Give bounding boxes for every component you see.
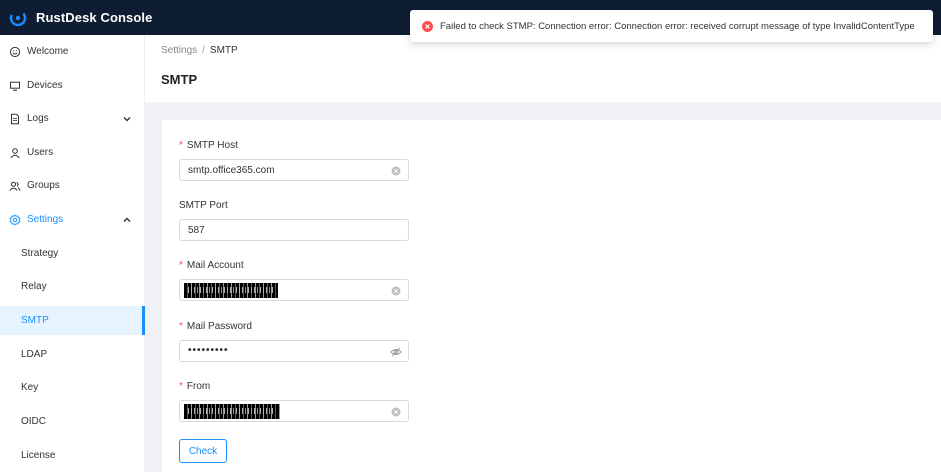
redacted-value xyxy=(184,404,280,419)
breadcrumb-separator: / xyxy=(202,45,205,56)
file-icon xyxy=(11,113,19,125)
main-content: Settings / SMTP SMTP * SMTP Host smtp.offic… xyxy=(145,35,941,472)
sidebar-item-label: Relay xyxy=(21,281,47,292)
sidebar-item-label: Devices xyxy=(27,80,63,91)
sidebar-item-label: Key xyxy=(21,382,39,393)
mail-account-label: * Mail Account xyxy=(179,260,244,271)
user-icon xyxy=(10,148,20,159)
mail-password-label-text: Mail Password xyxy=(186,321,252,332)
required-mark: * xyxy=(179,381,183,392)
sidebar-item-label: Users xyxy=(27,147,54,158)
clear-icon[interactable] xyxy=(391,166,401,176)
rustdesk-logo-icon xyxy=(9,9,27,27)
sidebar-item-label: Groups xyxy=(27,180,60,191)
sidebar-item-key[interactable]: Key xyxy=(0,373,145,402)
error-icon xyxy=(422,21,433,32)
smtp-port-input[interactable]: 587 xyxy=(179,219,409,241)
smtp-host-label: * SMTP Host xyxy=(179,140,238,151)
mail-password-input[interactable]: ••••••••• xyxy=(179,340,409,362)
check-button[interactable]: Check xyxy=(179,439,227,463)
from-label-text: From xyxy=(186,381,211,392)
smtp-host-input[interactable]: smtp.office365.com xyxy=(179,159,409,181)
from-label: * From xyxy=(179,381,210,392)
sidebar-item-devices[interactable]: Devices xyxy=(0,71,145,100)
sidebar-item-label: Strategy xyxy=(21,248,59,259)
page-header: Settings / SMTP SMTP xyxy=(145,35,941,102)
sidebar-item-label: LDAP xyxy=(21,349,48,360)
sidebar-item-label: Settings xyxy=(27,214,64,225)
app-title: RustDesk Console xyxy=(36,10,153,25)
sidebar-item-label: Logs xyxy=(27,113,49,124)
breadcrumb-settings-link[interactable]: Settings xyxy=(161,45,197,56)
error-toast-message: Failed to check STMP: Connection error: … xyxy=(440,21,915,32)
sidebar-item-groups[interactable]: Groups xyxy=(0,171,145,200)
gear-icon xyxy=(9,214,21,226)
mail-password-value: ••••••••• xyxy=(188,345,229,356)
sidebar-item-label: Welcome xyxy=(27,46,69,57)
smile-icon xyxy=(9,46,21,58)
breadcrumb: Settings / SMTP xyxy=(161,45,238,56)
sidebar-item-label: License xyxy=(21,450,56,461)
smtp-port-label: SMTP Port xyxy=(179,200,228,211)
sidebar-item-relay[interactable]: Relay xyxy=(0,272,145,301)
team-icon xyxy=(9,181,21,191)
sidebar-item-label: OIDC xyxy=(21,416,46,427)
sidebar-item-oidc[interactable]: OIDC xyxy=(0,407,145,436)
sidebar-item-logs[interactable]: Logs xyxy=(0,104,145,133)
sidebar-item-license[interactable]: License xyxy=(0,441,145,470)
smtp-form-card: * SMTP Host smtp.office365.com SMTP Port … xyxy=(162,120,941,472)
sidebar-item-label: SMTP xyxy=(21,315,49,326)
breadcrumb-current: SMTP xyxy=(209,45,238,56)
clear-icon[interactable] xyxy=(391,407,401,417)
sidebar-item-settings[interactable]: Settings xyxy=(0,205,145,234)
mail-account-input[interactable] xyxy=(179,279,409,301)
mail-account-label-text: Mail Account xyxy=(186,260,244,271)
sidebar-item-welcome[interactable]: Welcome xyxy=(0,37,145,66)
eye-invisible-icon[interactable] xyxy=(390,347,402,357)
page-title: SMTP xyxy=(161,72,198,87)
required-mark: * xyxy=(179,140,183,151)
sidebar-item-smtp[interactable]: SMTP xyxy=(0,306,145,335)
mail-password-label: * Mail Password xyxy=(179,321,252,332)
required-mark: * xyxy=(179,321,183,332)
chevron-down-icon xyxy=(123,117,131,122)
required-mark: * xyxy=(179,260,183,271)
error-toast: Failed to check STMP: Connection error: … xyxy=(410,10,933,42)
smtp-host-value: smtp.office365.com xyxy=(188,165,275,176)
sidebar: Welcome Devices Logs Users Groups Settin… xyxy=(0,35,145,472)
redacted-value xyxy=(184,283,278,298)
smtp-port-value: 587 xyxy=(188,225,205,236)
sidebar-item-users[interactable]: Users xyxy=(0,138,145,167)
smtp-host-label-text: SMTP Host xyxy=(186,140,238,151)
chevron-up-icon xyxy=(123,217,131,222)
sidebar-item-strategy[interactable]: Strategy xyxy=(0,239,145,268)
sidebar-item-ldap[interactable]: LDAP xyxy=(0,340,145,369)
monitor-icon xyxy=(10,81,20,91)
from-input[interactable] xyxy=(179,400,409,422)
clear-icon[interactable] xyxy=(391,286,401,296)
